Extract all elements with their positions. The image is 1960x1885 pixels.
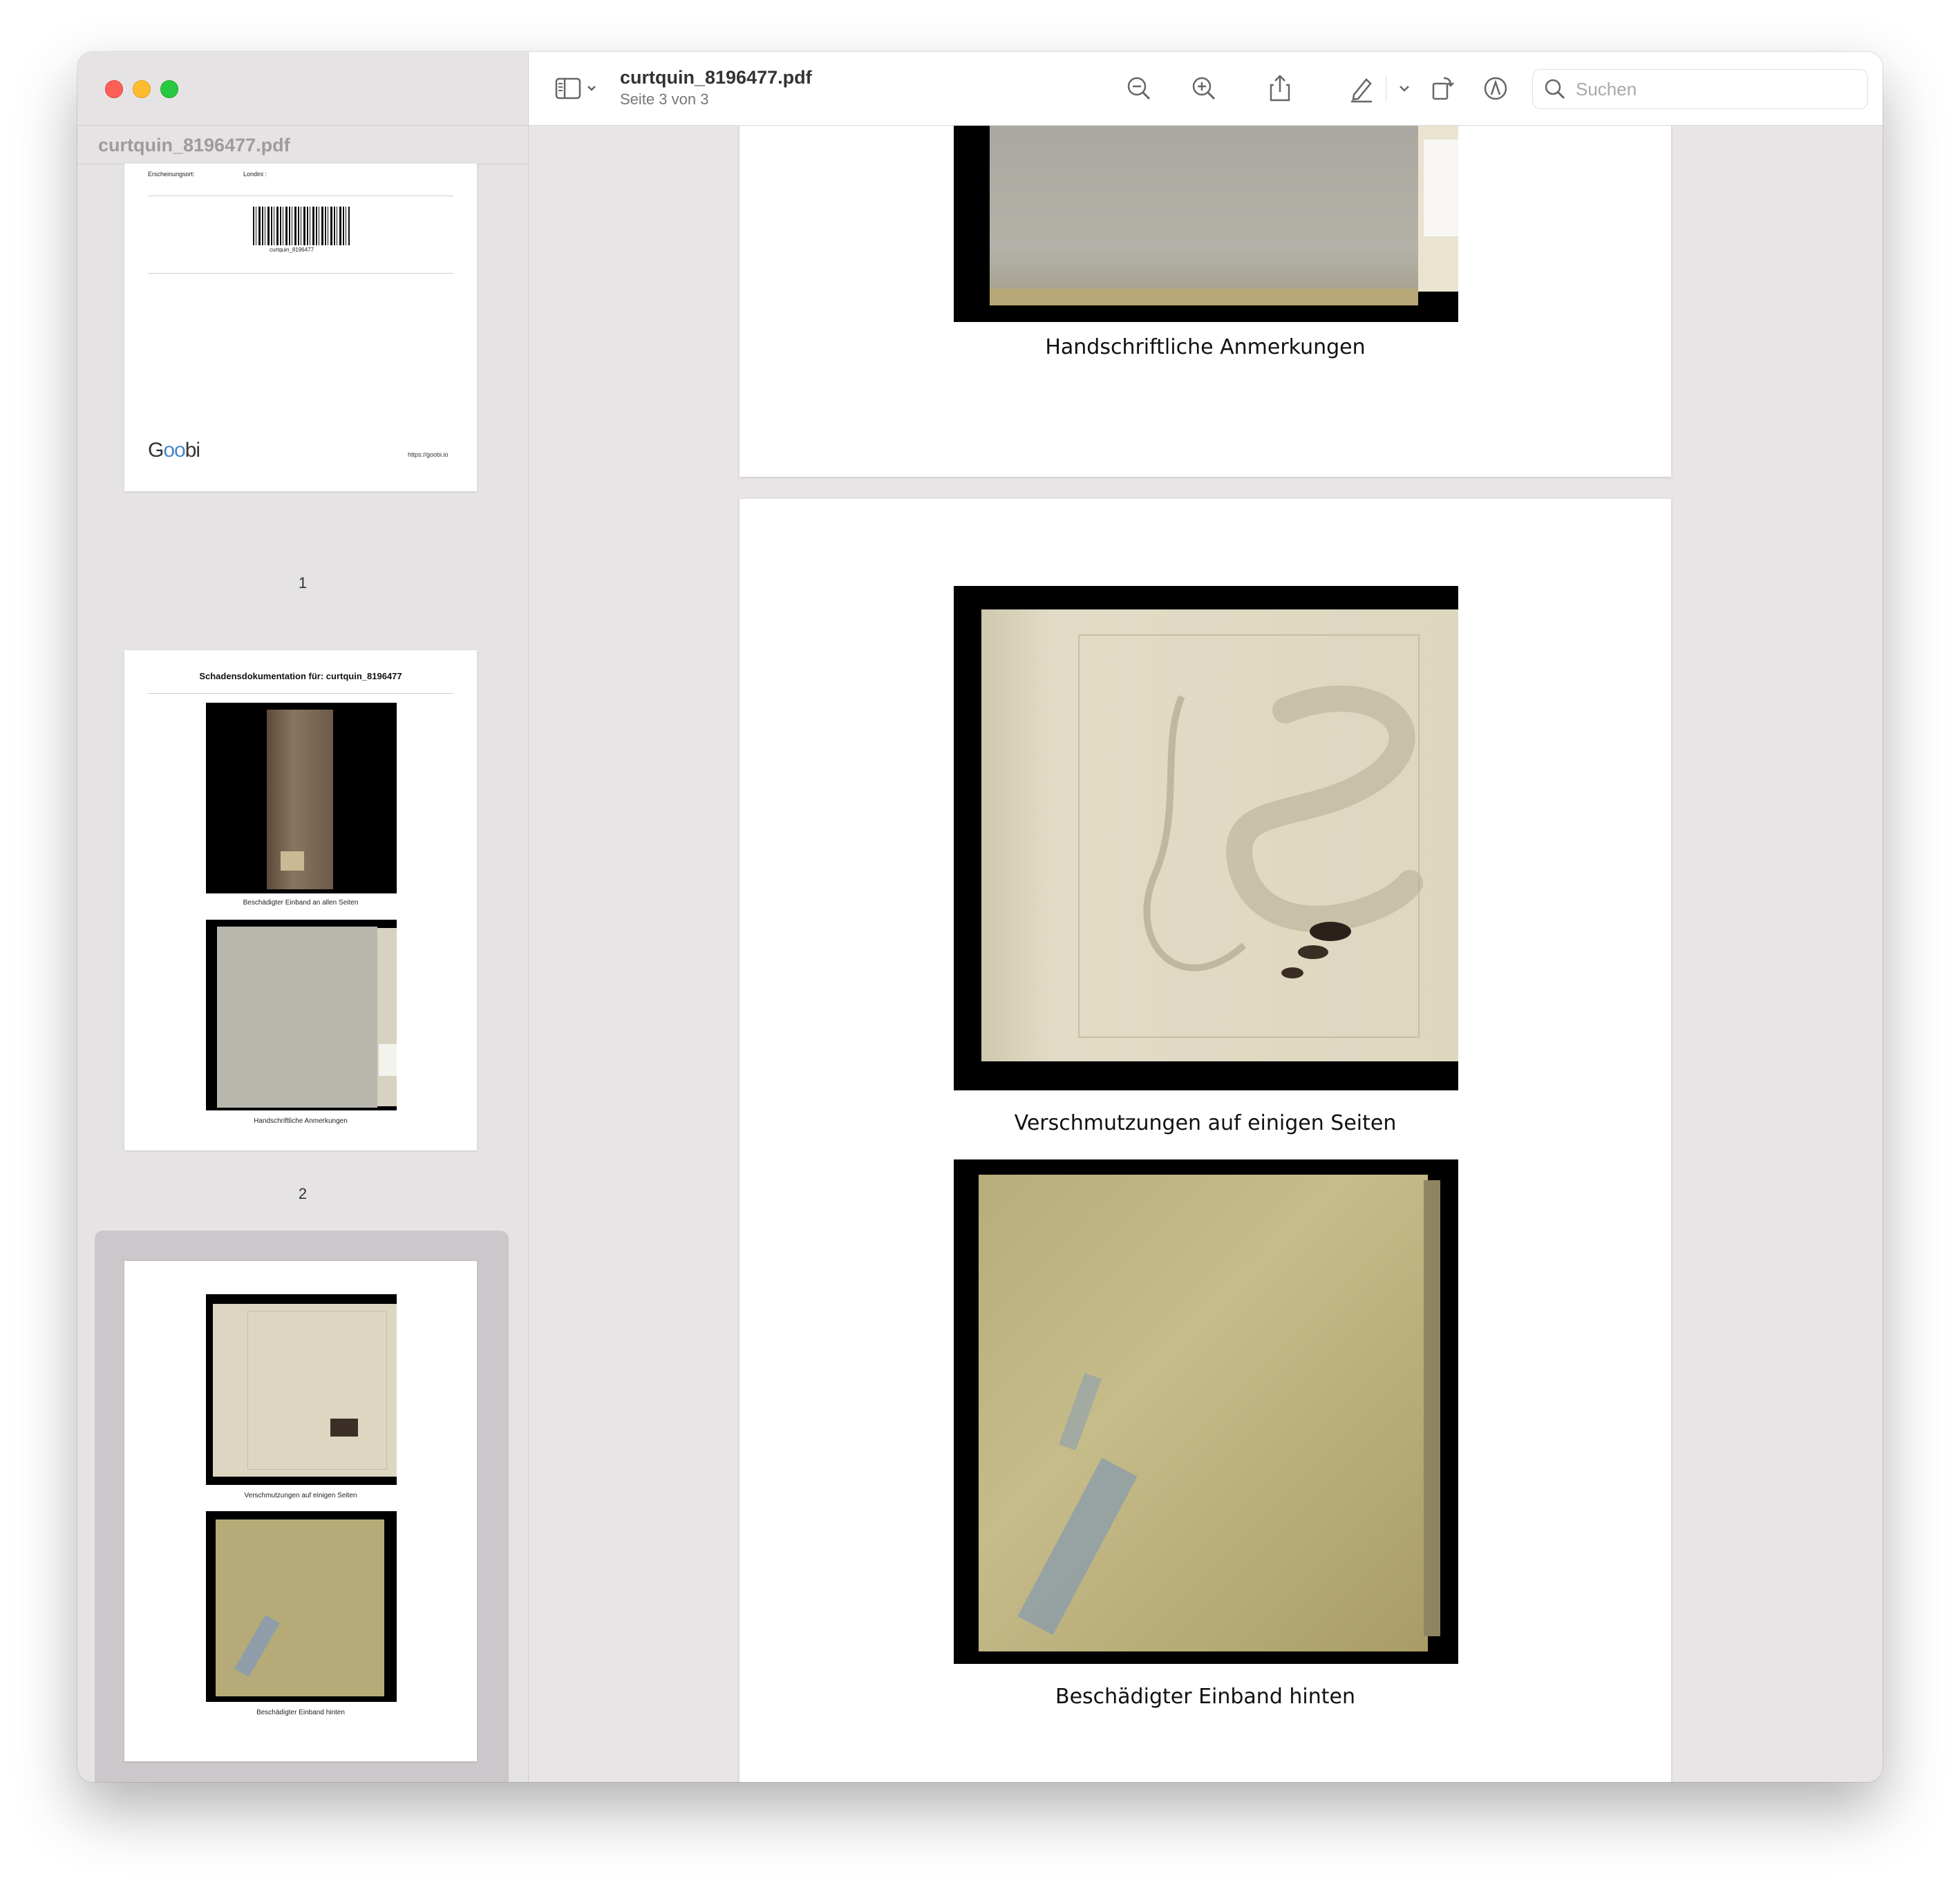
photo-back-cover [954, 1159, 1458, 1664]
share-icon[interactable] [1264, 73, 1296, 104]
mini-photo-cover-notes [206, 920, 397, 1110]
thumbnail-sidebar: curtquin_8196477.pdf Erscheinungsort: Lo… [77, 52, 529, 1782]
maximize-window-button[interactable] [160, 80, 178, 98]
thumbnail-number-1: 1 [298, 574, 308, 591]
sidebar-header: curtquin_8196477.pdf [77, 125, 528, 164]
pdf-page-2: Handschriftliche Anmerkungen [739, 126, 1671, 477]
search-field[interactable] [1532, 69, 1868, 109]
mini-photo-soiled-pages [206, 1294, 397, 1485]
barcode-text: curtquin_8196477 [270, 247, 314, 253]
close-window-button[interactable] [105, 80, 123, 98]
logo-text: bi [185, 439, 200, 462]
annotate-icon[interactable] [1480, 73, 1511, 104]
chevron-down-icon[interactable] [1394, 73, 1415, 104]
pdf-page-3: Verschmutzungen auf einigen Seiten Besch… [739, 499, 1671, 1782]
mini-value-erscheinungsort: Londini : [243, 171, 267, 178]
document-view[interactable]: Handschriftliche Anmerkungen Verschmutzu… [529, 126, 1883, 1782]
photo-soiled-pages [954, 586, 1458, 1090]
logo-text: oo [163, 439, 185, 462]
sidebar-toggle-icon[interactable] [554, 73, 602, 104]
sidebar-document-title: curtquin_8196477.pdf [98, 135, 290, 155]
toolbar: curtquin_8196477.pdf Seite 3 von 3 [529, 52, 1883, 126]
mini-caption: Verschmutzungen auf einigen Seiten [244, 1492, 357, 1499]
thumbnail-page-2[interactable]: Schadensdokumentation für: curtquin_8196… [124, 650, 477, 1150]
snake-drawing [1143, 685, 1423, 978]
logo-text: G [148, 439, 164, 462]
mini-caption: Beschädigter Einband an allen Seiten [243, 899, 359, 907]
divider [148, 693, 453, 694]
mini-page-title: Schadensdokumentation für: curtquin_8196… [199, 671, 402, 681]
rotate-icon[interactable] [1427, 73, 1459, 104]
mini-caption: Beschädigter Einband hinten [256, 1709, 345, 1716]
search-icon [1545, 79, 1565, 100]
preview-window: curtquin_8196477.pdf Erscheinungsort: Lo… [77, 52, 1883, 1782]
mini-photo-spine [206, 703, 397, 893]
titlebar-left [77, 52, 528, 125]
photo-handwritten-notes [954, 126, 1458, 322]
zoom-in-icon[interactable] [1188, 73, 1220, 104]
mini-photo-back-cover [206, 1511, 397, 1702]
thumbnail-page-3[interactable]: Verschmutzungen auf einigen Seiten Besch… [124, 1261, 477, 1761]
thumbnail-number-2: 2 [298, 1185, 308, 1202]
caption: Beschädigter Einband hinten [1055, 1685, 1355, 1709]
barcode-image [253, 207, 350, 245]
caption: Verschmutzungen auf einigen Seiten [1014, 1111, 1397, 1135]
caption: Handschriftliche Anmerkungen [1045, 335, 1366, 359]
zoom-out-icon[interactable] [1123, 73, 1155, 104]
goobi-logo: Goobi [148, 439, 200, 462]
mini-caption: Handschriftliche Anmerkungen [254, 1117, 348, 1125]
page-status: Seite 3 von 3 [620, 91, 709, 108]
search-input[interactable] [1574, 75, 1854, 103]
divider [148, 273, 453, 274]
thumbnail-list[interactable]: Erscheinungsort: Londini : curtquin_8196… [77, 164, 528, 1782]
thumbnail-page-1[interactable]: Erscheinungsort: Londini : curtquin_8196… [124, 164, 477, 491]
document-title: curtquin_8196477.pdf [620, 67, 812, 88]
mini-label-erscheinungsort: Erscheinungsort: [148, 171, 195, 178]
goobi-url: https://goobi.io [408, 451, 449, 458]
markup-pen-icon[interactable] [1346, 73, 1377, 104]
minimize-window-button[interactable] [133, 80, 151, 98]
